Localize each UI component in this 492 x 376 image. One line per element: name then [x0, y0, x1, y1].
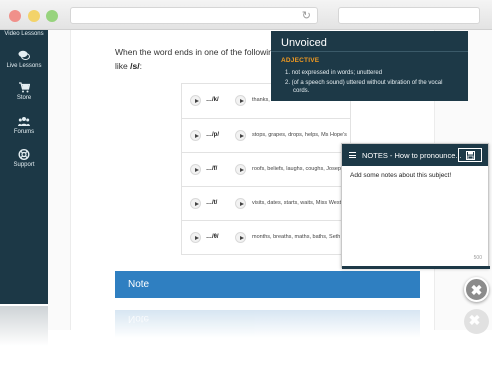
- sidebar-item-video-lessons[interactable]: Video Lessons: [0, 31, 48, 37]
- play-examples-button[interactable]: [235, 164, 246, 175]
- sidebar-item-label: Video Lessons: [4, 31, 44, 37]
- note-reflection: Note: [115, 310, 420, 338]
- table-row: …/f/ roofs, beliefs, laughs, coughs, Jos…: [182, 152, 350, 186]
- definition-1: 1. not expressed in words; unuttered: [285, 70, 383, 76]
- reload-icon[interactable]: ↻: [302, 9, 311, 22]
- notes-header: NOTES - How to pronounce...: [342, 144, 488, 166]
- sidebar-item-label: Support: [13, 162, 35, 168]
- example-words: stops, grapes, drops, helps, Ms Hope's: [252, 132, 347, 138]
- sidebar-item-live-lessons[interactable]: Live Lessons: [0, 50, 48, 69]
- sidebar-item-store[interactable]: Store: [0, 82, 48, 101]
- cart-icon: [19, 82, 30, 93]
- close-notes-button[interactable]: ✖: [464, 277, 489, 302]
- table-row: …/θ/ months, breaths, maths, baths, Seth: [182, 220, 350, 254]
- play-sound-button[interactable]: [190, 95, 201, 106]
- close-icon: ✖: [468, 312, 481, 328]
- character-count: 500: [473, 255, 482, 261]
- sidebar-item-label: Forums: [13, 129, 35, 135]
- maximize-window-button[interactable]: [46, 10, 58, 22]
- notes-footer-bar: [342, 266, 490, 269]
- play-sound-button[interactable]: [190, 198, 201, 209]
- sidebar-item-forums[interactable]: Forums: [0, 116, 48, 135]
- play-examples-button[interactable]: [235, 198, 246, 209]
- note-label: Note: [128, 279, 150, 290]
- lifebuoy-icon: [18, 149, 30, 160]
- sidebar-reflection: [0, 306, 48, 346]
- hamburger-menu-icon[interactable]: [349, 152, 356, 158]
- sound-symbol: …/f/: [206, 166, 218, 172]
- notes-panel: NOTES - How to pronounce... Add some not…: [341, 143, 490, 269]
- users-icon: [18, 117, 30, 126]
- example-words: roofs, beliefs, laughs, coughs, Joseph: [252, 166, 345, 172]
- play-sound-button[interactable]: [190, 232, 201, 243]
- minimize-window-button[interactable]: [28, 10, 40, 22]
- note-reflection-label: Note: [128, 313, 150, 324]
- dictionary-divider: [271, 51, 468, 52]
- chat-bubbles-icon: [18, 50, 30, 60]
- note-section-header[interactable]: Note: [115, 271, 420, 298]
- address-bar[interactable]: ↻: [70, 7, 318, 24]
- table-row: …/p/ stops, grapes, drops, helps, Ms Hop…: [182, 118, 350, 152]
- part-of-speech: ADJECTIVE: [281, 57, 320, 64]
- play-sound-button[interactable]: [190, 130, 201, 141]
- intro-line-2-end: :: [139, 61, 142, 71]
- example-words: thanks,: [252, 97, 270, 103]
- sound-symbol: …/k/: [206, 97, 219, 103]
- dictionary-word: Unvoiced: [281, 37, 327, 49]
- sidebar-item-label: Live Lessons: [6, 63, 42, 69]
- example-words: visits, dates, starts, waits, Miss West: [252, 200, 342, 206]
- save-notes-button[interactable]: [458, 148, 482, 162]
- sound-symbol: …/t/: [206, 200, 218, 206]
- play-examples-button[interactable]: [235, 95, 246, 106]
- intro-sound: /s/: [130, 61, 140, 71]
- sidebar-item-support[interactable]: Support: [0, 149, 48, 168]
- definition-2: 2. (of a speech sound) uttered without v…: [285, 80, 443, 86]
- notes-title: NOTES - How to pronounce...: [362, 151, 462, 160]
- sidebar-item-label: Store: [16, 95, 32, 101]
- close-window-button[interactable]: [9, 10, 21, 22]
- play-examples-button[interactable]: [235, 232, 246, 243]
- intro-line-2-text: like: [115, 61, 131, 71]
- dictionary-popup: Unvoiced ADJECTIVE 1. not expressed in w…: [271, 31, 468, 101]
- play-examples-button[interactable]: [235, 130, 246, 141]
- pronunciation-table: …/k/ thanks, …/p/ stops, grapes, drops, …: [181, 83, 351, 255]
- table-row: …/t/ visits, dates, starts, waits, Miss …: [182, 186, 350, 220]
- example-words: months, breaths, maths, baths, Seth: [252, 234, 341, 240]
- sidebar: Video Lessons Live Lessons Store Forums: [0, 30, 48, 304]
- sound-symbol: …/θ/: [206, 234, 219, 240]
- floppy-disk-icon: [466, 151, 475, 160]
- browser-toolbar: ↻: [0, 0, 492, 30]
- play-sound-button[interactable]: [190, 164, 201, 175]
- close-button-reflection: ✖: [464, 309, 489, 334]
- definition-2-cont: cords.: [293, 88, 310, 94]
- browser-search-field[interactable]: [338, 7, 480, 24]
- notes-textarea[interactable]: Add some notes about this subject!: [350, 172, 451, 179]
- close-icon: ✖: [470, 282, 483, 298]
- sound-symbol: …/p/: [206, 132, 219, 138]
